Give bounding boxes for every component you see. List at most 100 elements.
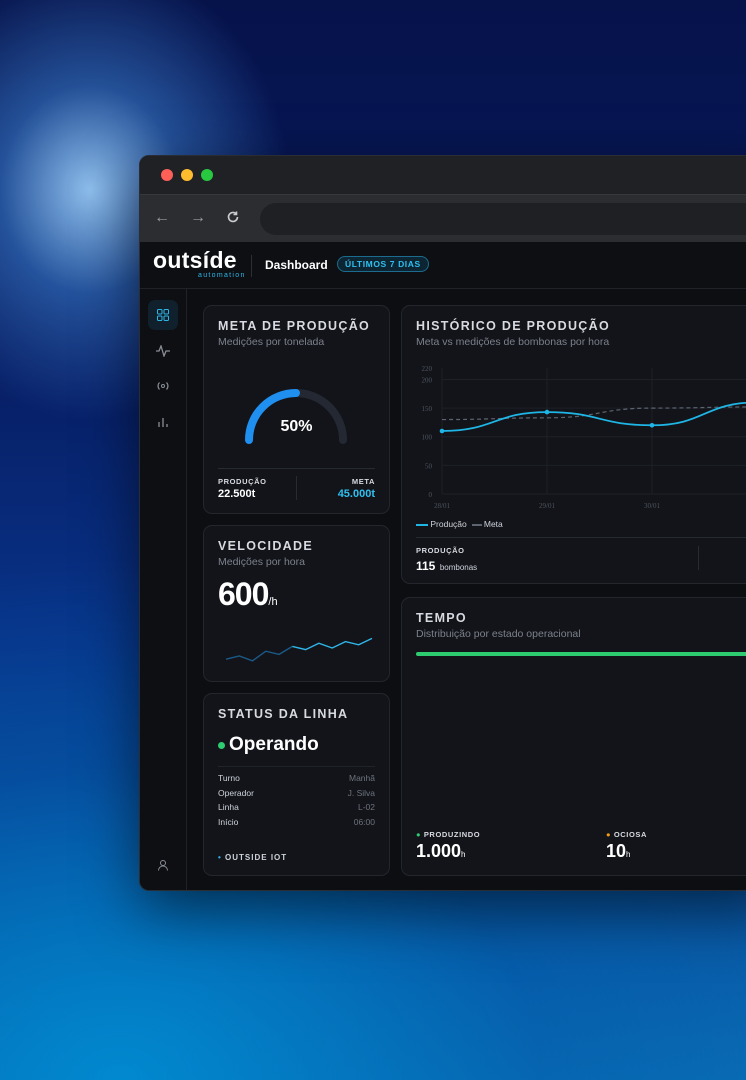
status-indicator: Operando: [218, 734, 319, 756]
status-dot: [218, 741, 225, 749]
history-line-chart: 22020015010050028/0129/0130/0131/01: [422, 365, 746, 510]
user-icon[interactable]: [148, 850, 178, 880]
status-row: Turno Manhã: [218, 773, 375, 788]
state-value: 1.000: [416, 841, 462, 861]
state-value: 10: [606, 841, 627, 861]
state-stat-idle: ● OCIOSA 10h: [606, 830, 648, 861]
address-bar: ← →: [140, 194, 746, 243]
outside-logo: outsíde: [153, 247, 237, 273]
status-row: Operador J. Silva: [218, 788, 375, 803]
production-history-card: HISTÓRICO DE PRODUÇÃO Meta vs medições d…: [401, 305, 746, 584]
divider: [698, 546, 699, 570]
series-line-production: [441, 401, 746, 432]
state-unit: h: [461, 850, 466, 859]
forward-arrow-icon[interactable]: →: [190, 209, 206, 227]
browser-window: ← → outsíde automation Dashboard ÚLTIMOS…: [139, 155, 746, 891]
activity-icon[interactable]: [148, 336, 178, 366]
goal-value: 45.000t: [337, 488, 375, 500]
status-row: Linha L-02: [218, 802, 375, 817]
state-unit: h: [626, 850, 631, 859]
close-window-button[interactable]: [161, 169, 173, 181]
sparkline-segment-dim: [225, 645, 293, 662]
reload-icon[interactable]: [226, 210, 240, 229]
date-range-pill[interactable]: ÚLTIMOS 7 DIAS: [337, 256, 429, 272]
status-text: Operando: [229, 734, 319, 755]
production-goal-card: META DE PRODUÇÃO Medições por tonelada 5…: [203, 305, 390, 514]
back-arrow-icon[interactable]: ←: [154, 209, 170, 227]
card-title: META DE PRODUÇÃO: [218, 319, 371, 333]
y-tick-label: 200: [422, 376, 433, 384]
production-label: PRODUÇÃO: [218, 477, 267, 486]
speed-sparkline: [225, 637, 373, 662]
card-title: STATUS DA LINHA: [218, 707, 349, 721]
speed-value: 600/h: [218, 576, 278, 613]
y-tick-label: 150: [422, 405, 433, 413]
production-value: 22.500t: [218, 488, 256, 500]
state-label: PRODUZINDO: [423, 830, 481, 839]
data-point: [439, 428, 445, 434]
iot-footer: • OUTSIDE IOT: [218, 853, 288, 862]
row-value: J. Silva: [347, 787, 375, 798]
divider: [218, 766, 375, 767]
x-tick-label: 28/01: [434, 502, 450, 510]
legend-swatch-production: [416, 523, 428, 526]
legend-label-production: Produção: [430, 519, 467, 529]
app-header: outsíde automation Dashboard ÚLTIMOS 7 D…: [140, 242, 746, 289]
line-status-card: STATUS DA LINHA Operando Turno Manhã Oper…: [203, 693, 390, 876]
row-label: Linha: [218, 802, 239, 812]
stat-value: 115 bombonas: [416, 557, 477, 575]
gauge-percent: 50%: [280, 418, 313, 435]
speed-number: 600: [218, 576, 269, 612]
goal-label: META: [351, 477, 375, 486]
row-label: Turno: [218, 773, 240, 783]
row-label: Início: [218, 816, 239, 827]
time-card: TEMPO Distribuição por estado operaciona…: [401, 597, 746, 876]
stat-number: 115: [416, 559, 436, 573]
row-value: L-02: [357, 802, 375, 812]
chart-legend: Produção Meta: [416, 519, 503, 529]
card-title: VELOCIDADE: [218, 539, 313, 553]
state-distribution-bar: [416, 652, 746, 656]
card-subtitle: Medições por tonelada: [218, 336, 325, 348]
divider: [296, 476, 297, 500]
stat-label: PRODUÇÃO: [416, 546, 465, 555]
data-point: [544, 409, 550, 415]
stat-unit: bombonas: [439, 563, 478, 572]
legend-swatch-goal: [471, 523, 482, 526]
status-row: Início 06:00: [218, 817, 375, 832]
page-title: Dashboard: [265, 258, 328, 272]
card-subtitle: Meta vs medições de bombonas por hora: [416, 336, 610, 348]
row-label: Operador: [218, 787, 254, 798]
sparkline-segment: [292, 637, 373, 651]
bar-chart-icon[interactable]: [148, 407, 178, 437]
sidebar: [140, 289, 187, 890]
card-title: TEMPO: [416, 611, 467, 625]
speed-unit: /h: [268, 596, 278, 608]
url-input[interactable]: [260, 203, 746, 235]
title-bar: [140, 156, 746, 194]
goal-gauge: [245, 389, 347, 444]
speed-card: VELOCIDADE Medições por hora 600/h: [203, 525, 390, 682]
row-value: Manhã: [349, 773, 375, 783]
grid-icon[interactable]: [148, 300, 178, 330]
x-tick-label: 29/01: [539, 502, 555, 510]
x-tick-label: 30/01: [644, 502, 660, 510]
y-tick-label: 100: [422, 434, 433, 442]
y-tick-label: 50: [425, 462, 433, 470]
card-subtitle: Distribuição por estado operacional: [416, 628, 581, 640]
card-subtitle: Medições por hora: [218, 556, 305, 568]
maximize-window-button[interactable]: [201, 169, 213, 181]
header-divider: [251, 255, 252, 277]
card-title: HISTÓRICO DE PRODUÇÃO: [416, 319, 610, 333]
state-stat-producing: ● PRODUZINDO 1.000h: [416, 830, 481, 861]
state-label: OCIOSA: [613, 830, 648, 839]
row-value: 06:00: [353, 816, 375, 827]
divider: [416, 537, 746, 538]
y-tick-label: 220: [422, 365, 433, 373]
y-tick-label: 0: [429, 491, 433, 499]
broadcast-icon[interactable]: [148, 371, 178, 401]
legend-label-goal: Meta: [483, 519, 503, 529]
logo-subtitle: automation: [198, 272, 246, 279]
footer-text: OUTSIDE IOT: [225, 853, 288, 862]
minimize-window-button[interactable]: [181, 169, 193, 181]
